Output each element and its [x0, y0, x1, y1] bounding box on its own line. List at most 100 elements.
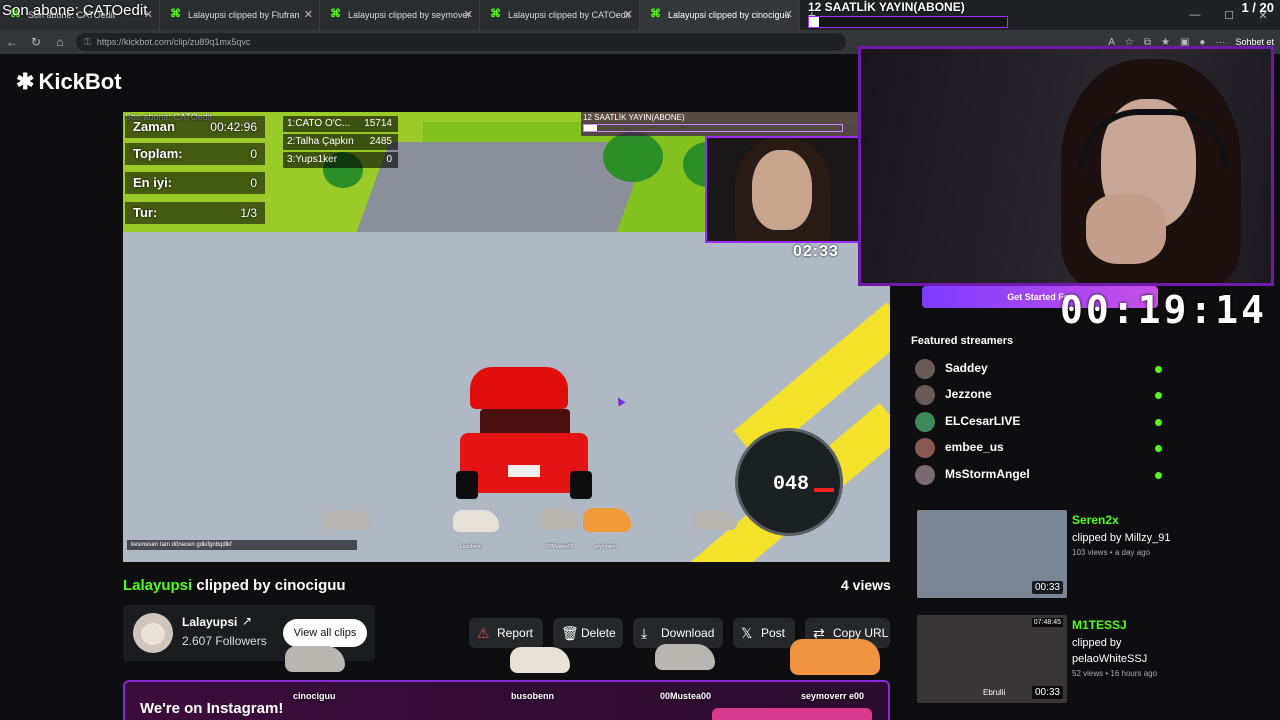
- report-button[interactable]: ⚠ Report: [469, 618, 543, 648]
- related-clip-thumbnail[interactable]: 07:48:45 Ebrulii 00:33: [917, 615, 1067, 703]
- leaderboard-row: 2:Talha Çapkın 2485: [283, 134, 398, 150]
- clip-clipped-by: clipped by cinociguu: [196, 577, 346, 594]
- related-clip-thumbnail[interactable]: 00:33: [917, 510, 1067, 598]
- video-goal-bar: [583, 124, 843, 132]
- leaderboard-score: 0: [386, 154, 392, 165]
- hud-total-value: 0: [250, 147, 257, 161]
- x-logo-icon: 𝕏: [741, 625, 753, 641]
- avatar: [915, 359, 935, 379]
- streamer-name[interactable]: Lalayupsi: [182, 615, 237, 629]
- live-dot-icon: [1155, 366, 1162, 373]
- hud-time-label: Zaman: [133, 119, 175, 134]
- streamer-avatar[interactable]: [133, 613, 173, 653]
- tab-strip: ⌘ Son abone: CATOedit ✕ ⌘ Lalayupsi clip…: [0, 0, 1280, 30]
- featured-streamer-name: ELCesarLIVE: [945, 414, 1021, 428]
- logo-text: KickBot: [38, 69, 122, 94]
- hud-best-value: 0: [250, 176, 257, 190]
- tab-3[interactable]: ⌘ Lalayupsi clipped by seymoverr ✕: [320, 0, 480, 30]
- cat-sprite: [583, 508, 631, 532]
- view-all-clips-button[interactable]: View all clips: [283, 619, 367, 647]
- instagram-follow-button[interactable]: [712, 708, 872, 720]
- related-clip-by: clipped by pelaoWhiteSSJ: [1072, 637, 1148, 665]
- kickbot-logo[interactable]: ✱ KickBot: [16, 69, 122, 95]
- url-text: https://kickbot.com/clip/zu89q1mx5qvc: [96, 37, 251, 47]
- leaderboard-row: 1:CATO O'C... 15714: [283, 116, 398, 132]
- url-field[interactable]: ⚿ https://kickbot.com/clip/zu89q1mx5qvc: [76, 33, 846, 51]
- featured-streamer[interactable]: ELCesarLIVE: [915, 411, 1165, 433]
- leaderboard-score: 2485: [369, 136, 392, 147]
- video-webcam-inset: [705, 136, 860, 243]
- tab-5-label: Lalayupsi clipped by cinociguu: [668, 10, 790, 20]
- clip-views: 4 views: [841, 577, 891, 593]
- download-label: Download: [661, 626, 715, 640]
- hud-time-value: 00:42:96: [210, 120, 257, 134]
- car-roof: [470, 367, 568, 409]
- tab-close-icon[interactable]: ✕: [304, 8, 313, 21]
- clip-streamer-link[interactable]: Lalayupsi: [123, 577, 192, 594]
- overlay-cat-name: 00Mustea00: [660, 691, 712, 701]
- streamer-webcam-overlay: [858, 46, 1274, 286]
- leaderboard-row: 3:Yups1ker 0: [283, 152, 398, 168]
- leaderboard-name: 2:Talha Çapkın: [287, 136, 354, 147]
- related-clip-game[interactable]: Seren2x: [1072, 513, 1119, 527]
- overlay-pager: 1 / 20: [1241, 0, 1274, 15]
- streamer-followers: 2.607 Followers: [182, 634, 267, 648]
- leaderboard-name: 3:Yups1ker: [287, 154, 338, 165]
- leaderboard-score: 15714: [364, 118, 392, 129]
- leaderboard-name: 1:CATO O'C...: [287, 118, 351, 129]
- reload-icon[interactable]: ↻: [24, 35, 48, 49]
- kick-favicon-icon: ⌘: [330, 8, 341, 20]
- tab-close-icon[interactable]: ✕: [624, 8, 633, 21]
- overlay-goal-bar: [808, 16, 1008, 28]
- overlay-goal-fill: [809, 17, 819, 27]
- post-button[interactable]: 𝕏 Post: [733, 618, 795, 648]
- tab-2-label: Lalayupsi clipped by Flufran: [188, 10, 300, 20]
- warning-icon: ⚠: [477, 625, 490, 641]
- tab-5[interactable]: ⌘ Lalayupsi clipped by cinociguu ✕: [640, 0, 800, 30]
- post-label: Post: [761, 626, 786, 640]
- tab-2[interactable]: ⌘ Lalayupsi clipped by Flufran ✕: [160, 0, 320, 30]
- external-link-icon[interactable]: ↗: [242, 614, 252, 628]
- featured-streamer[interactable]: embee_us: [915, 437, 1165, 459]
- clip-corner-timer: 07:48:45: [1031, 618, 1063, 627]
- featured-streamer[interactable]: Saddey: [915, 358, 1165, 380]
- copy-url-label: Copy URL: [833, 626, 889, 640]
- kickbot-page: ✱ KickBot Son abone: CATOedit: [0, 46, 1280, 720]
- featured-streamer[interactable]: MsStormAngel: [915, 464, 1165, 486]
- video-cat-name: busobenn: [460, 544, 482, 550]
- home-icon[interactable]: ⌂: [48, 35, 72, 49]
- related-clip-meta: 52 views • 16 hours ago: [1072, 669, 1158, 678]
- featured-streamers-title: Featured streamers: [911, 335, 1014, 347]
- clip-duration: 00:33: [1031, 686, 1063, 699]
- tab-close-icon[interactable]: ✕: [464, 8, 473, 21]
- avatar: [915, 465, 935, 485]
- video-timer: 02:33: [793, 243, 839, 260]
- site-info-icon[interactable]: ⚿: [84, 37, 91, 48]
- clip-video-player[interactable]: Son abone: CATOedit Zaman 00:42:96 Topla…: [123, 112, 890, 562]
- overlay-cat: [285, 646, 345, 672]
- tab-close-icon[interactable]: ✕: [784, 8, 793, 21]
- hud-lap-label: Tur:: [133, 205, 158, 220]
- tab-4[interactable]: ⌘ Lalayupsi clipped by CATOedit ✕: [480, 0, 640, 30]
- tab-4-label: Lalayupsi clipped by CATOedit: [508, 10, 631, 20]
- hud-total-label: Toplam:: [133, 146, 183, 161]
- video-cat-name: 00Mustea00: [546, 544, 574, 550]
- speedometer-needle: [814, 488, 834, 492]
- car-tire: [456, 471, 478, 499]
- kick-favicon-icon: ⌘: [490, 8, 501, 20]
- hud-total: Toplam: 0: [125, 143, 265, 165]
- featured-streamer[interactable]: Jezzone: [915, 384, 1165, 406]
- live-dot-icon: [1155, 445, 1162, 452]
- back-icon[interactable]: ←: [0, 35, 24, 49]
- overlay-cat: [510, 647, 570, 673]
- hud-best: En iyi: 0: [125, 172, 265, 194]
- cat-sprite: [453, 510, 499, 532]
- overlay-cat-name: seymoverr e00: [801, 691, 865, 701]
- inset-face: [752, 150, 812, 230]
- avatar: [915, 412, 935, 432]
- minimize-icon[interactable]: —: [1178, 0, 1212, 30]
- related-clip-by: clipped by Millzy_91: [1072, 532, 1171, 544]
- delete-button[interactable]: 🗑 Delete: [553, 618, 623, 648]
- car-plate: [508, 465, 540, 477]
- related-clip-game[interactable]: M1TESSJ: [1072, 618, 1127, 632]
